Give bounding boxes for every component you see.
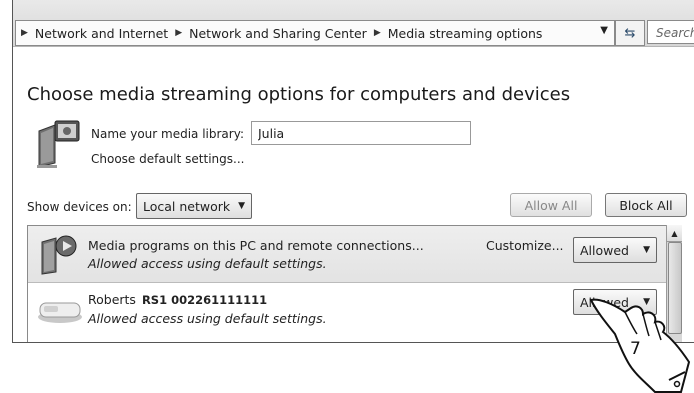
chevron-down-icon: ▼ <box>238 201 245 211</box>
list-item[interactable]: Media programs on this PC and remote con… <box>28 226 680 283</box>
breadcrumb-network-and-internet[interactable]: Network and Internet <box>35 26 168 41</box>
device-status-text: Allowed access using default settings. <box>88 311 327 326</box>
list-item[interactable]: Roberts RS1 002261111111 Allowed access u… <box>28 283 680 342</box>
breadcrumb[interactable]: ▶ Network and Internet ▶ Network and Sha… <box>15 20 615 46</box>
device-id: RS1 002261111111 <box>141 293 268 307</box>
scroll-up-button[interactable]: ▲ <box>667 225 682 242</box>
choose-default-settings-link[interactable]: Choose default settings... <box>91 152 244 166</box>
device-status-text: Allowed access using default settings. <box>88 256 327 271</box>
media-library-icon <box>37 120 80 168</box>
show-devices-label: Show devices on: <box>27 200 132 214</box>
library-name-label: Name your media library: <box>91 127 244 141</box>
media-programs-icon <box>41 235 77 275</box>
page-title: Choose media streaming options for compu… <box>27 84 571 105</box>
device-list: Media programs on this PC and remote con… <box>27 225 681 342</box>
refresh-button[interactable]: ⇆ <box>615 20 645 46</box>
breadcrumb-network-sharing-center[interactable]: Network and Sharing Center <box>189 26 367 41</box>
access-select-value: Allowed <box>580 242 629 258</box>
chevron-right-icon: ▶ <box>373 28 381 38</box>
network-select[interactable]: Local network ▼ <box>136 193 252 219</box>
chevron-right-icon: ▶ <box>21 28 28 38</box>
library-name-input[interactable] <box>251 121 471 145</box>
chevron-down-icon[interactable]: ▼ <box>600 25 608 36</box>
network-select-value: Local network <box>143 198 231 214</box>
step-number: 7 <box>630 339 641 359</box>
customize-link[interactable]: Customize... <box>486 238 564 253</box>
device-title: Media programs on this PC and remote con… <box>88 238 424 253</box>
breadcrumb-media-streaming[interactable]: Media streaming options <box>388 26 543 41</box>
device-name: Roberts <box>88 292 136 307</box>
refresh-icon: ⇆ <box>624 25 636 41</box>
device-title: Roberts RS1 002261111111 <box>88 292 267 307</box>
access-select[interactable]: Allowed ▼ <box>573 237 657 263</box>
search-input[interactable]: Search <box>647 20 694 44</box>
radio-device-icon <box>38 302 82 323</box>
allow-all-button[interactable]: Allow All <box>510 193 592 217</box>
chevron-right-icon: ▶ <box>175 28 183 38</box>
chevron-up-icon: ▲ <box>671 228 678 238</box>
block-all-button[interactable]: Block All <box>605 193 687 217</box>
chevron-down-icon: ▼ <box>643 245 650 255</box>
address-bar: ▶ Network and Internet ▶ Network and Sha… <box>13 0 694 47</box>
